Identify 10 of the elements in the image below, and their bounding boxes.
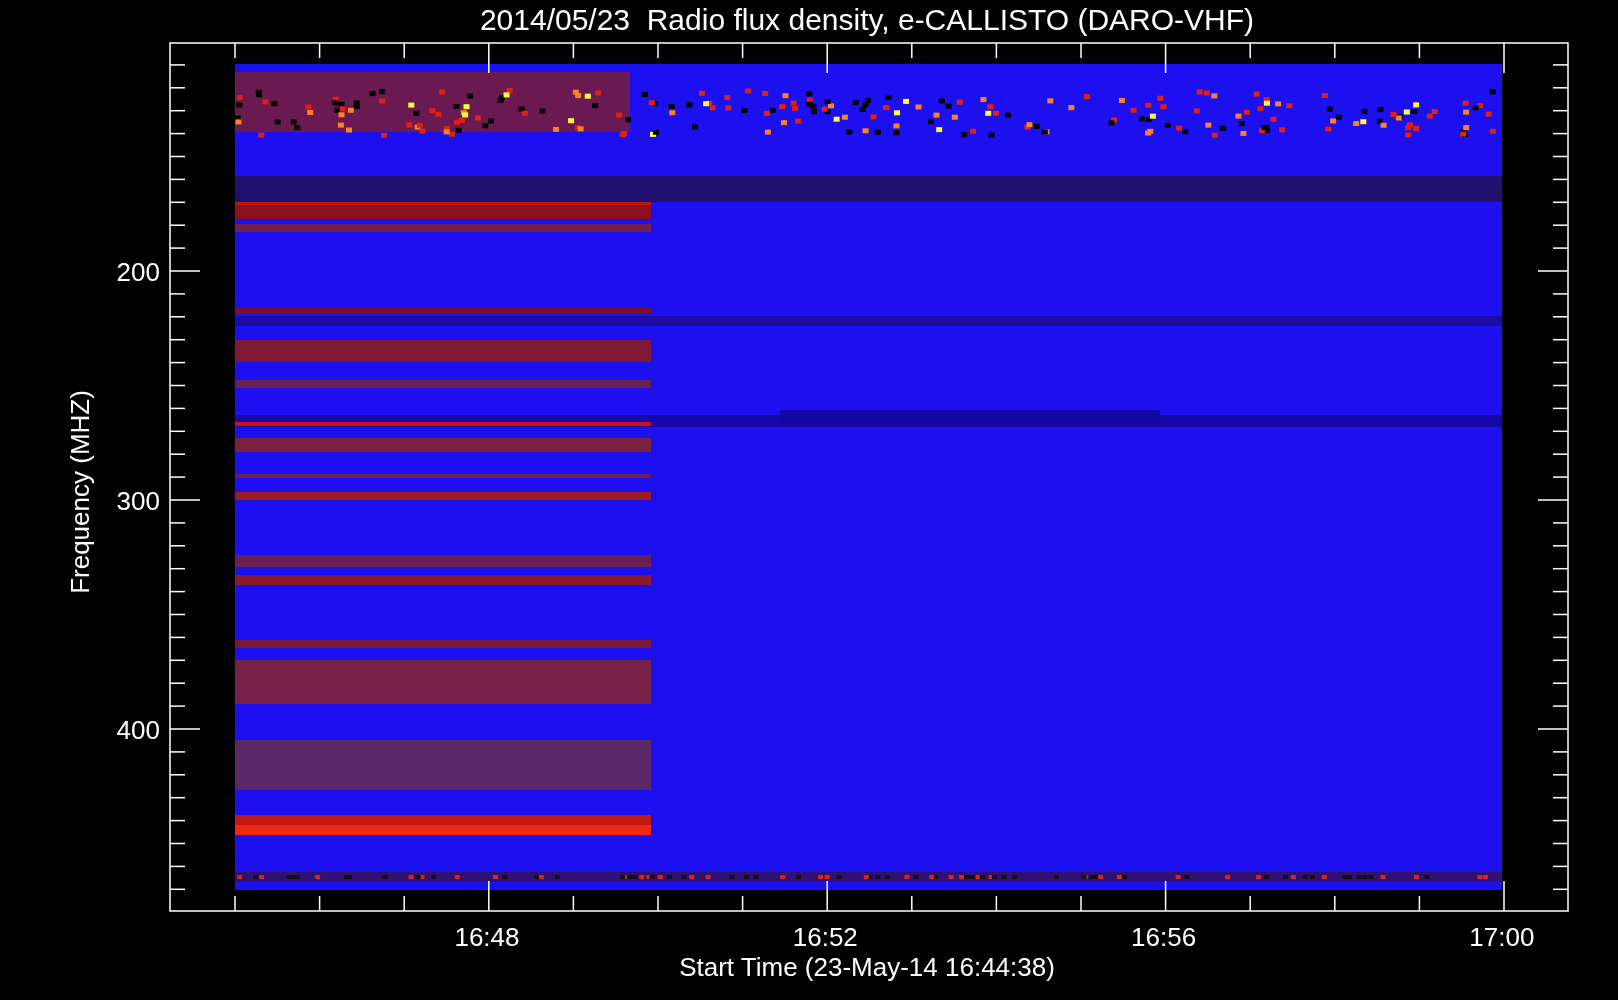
y-tick-label: 200	[116, 257, 160, 287]
x-tick-label: 16:56	[1131, 922, 1197, 952]
y-tick-label: 400	[116, 715, 160, 745]
x-tick-label: 16:52	[792, 922, 858, 952]
y-tick-label: 300	[116, 486, 160, 516]
y-axis-label: Frequency (MHZ)	[65, 390, 95, 594]
chart-title: 2014/05/23 Radio flux density, e-CALLISTO (DARO-VHF)	[479, 3, 1255, 36]
x-axis-label: Start Time (23-May-14 16:44:38)	[679, 952, 1055, 982]
x-tick-label: 16:48	[454, 922, 520, 952]
x-tick-label: 17:00	[1469, 922, 1535, 952]
